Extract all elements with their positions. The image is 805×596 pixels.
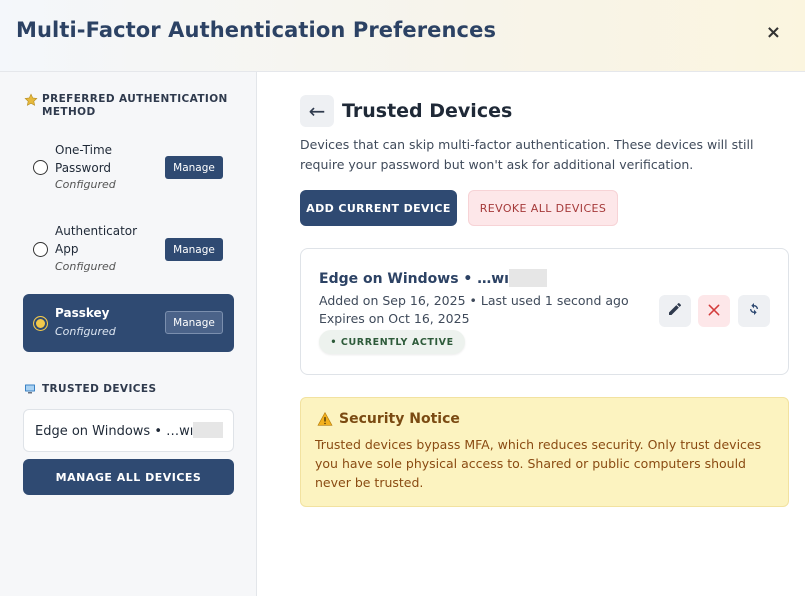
device-card: Edge on Windows • …wı Added on Sep 16, 2… [300, 248, 789, 375]
edit-device-button[interactable] [659, 295, 691, 327]
method-authenticator-app[interactable]: Authenticator App Configured Manage [23, 218, 234, 280]
revoke-all-devices-button[interactable]: REVOKE ALL DEVICES [468, 190, 618, 226]
computer-icon [24, 383, 42, 399]
radio-authenticator-app[interactable] [33, 242, 48, 257]
device-name: Edge on Windows • …wı [319, 269, 547, 287]
method-name: One-Time Password [55, 143, 113, 175]
sidebar-device-name: Edge on Windows • …wı [35, 424, 194, 439]
redacted-block [193, 422, 224, 438]
manage-otp-button[interactable]: Manage [165, 156, 223, 179]
security-notice-title: Security Notice [317, 411, 460, 427]
pencil-icon [667, 301, 683, 321]
device-added-info: Added on Sep 16, 2025 • Last used 1 seco… [319, 293, 629, 308]
modal-title: Multi-Factor Authentication Preferences [16, 18, 497, 42]
method-status: Configured [55, 325, 116, 338]
method-passkey[interactable]: Passkey Configured Manage [23, 294, 234, 352]
preferred-method-heading: PREFERRED AUTHENTICATION METHOD [24, 93, 234, 119]
currently-active-badge: • CURRENTLY ACTIVE [319, 330, 465, 354]
security-notice-text: Trusted devices bypass MFA, which reduce… [315, 437, 762, 490]
radio-passkey[interactable] [33, 316, 48, 331]
radio-one-time-password[interactable] [33, 160, 48, 175]
method-name: Authenticator App [55, 224, 138, 256]
page-description: Devices that can skip multi-factor authe… [300, 137, 754, 172]
method-name: Passkey [55, 306, 110, 320]
trusted-devices-heading-label: TRUSTED DEVICES [42, 383, 157, 395]
trusted-devices-heading: TRUSTED DEVICES [24, 383, 156, 399]
star-icon [24, 93, 42, 111]
security-notice: Security Notice Trusted devices bypass M… [300, 397, 789, 507]
security-notice-title-text: Security Notice [339, 411, 460, 427]
method-status: Configured [55, 260, 116, 273]
refresh-icon [746, 301, 762, 321]
device-name-text: Edge on Windows • …wı [319, 271, 509, 287]
method-status: Configured [55, 178, 116, 191]
method-one-time-password[interactable]: One-Time Password Configured Manage [23, 136, 234, 198]
sidebar-device-item[interactable]: Edge on Windows • …wı [23, 409, 234, 452]
manage-authenticator-button[interactable]: Manage [165, 238, 223, 261]
warning-icon [317, 412, 333, 426]
modal-header: Multi-Factor Authentication Preferences … [0, 0, 805, 72]
preferred-method-heading-label: PREFERRED AUTHENTICATION METHOD [42, 93, 228, 118]
close-icon[interactable]: × [766, 22, 781, 43]
add-current-device-button[interactable]: ADD CURRENT DEVICE [300, 190, 457, 226]
device-expires-info: Expires on Oct 16, 2025 [319, 311, 470, 326]
page-title: Trusted Devices [342, 100, 513, 122]
manage-passkey-button[interactable]: Manage [165, 311, 223, 334]
close-x-icon [707, 302, 721, 321]
redacted-block [508, 269, 547, 287]
renew-device-button[interactable] [738, 295, 770, 327]
manage-all-devices-button[interactable]: MANAGE ALL DEVICES [23, 459, 234, 495]
back-arrow-icon[interactable]: ← [300, 95, 334, 127]
remove-device-button[interactable] [698, 295, 730, 327]
